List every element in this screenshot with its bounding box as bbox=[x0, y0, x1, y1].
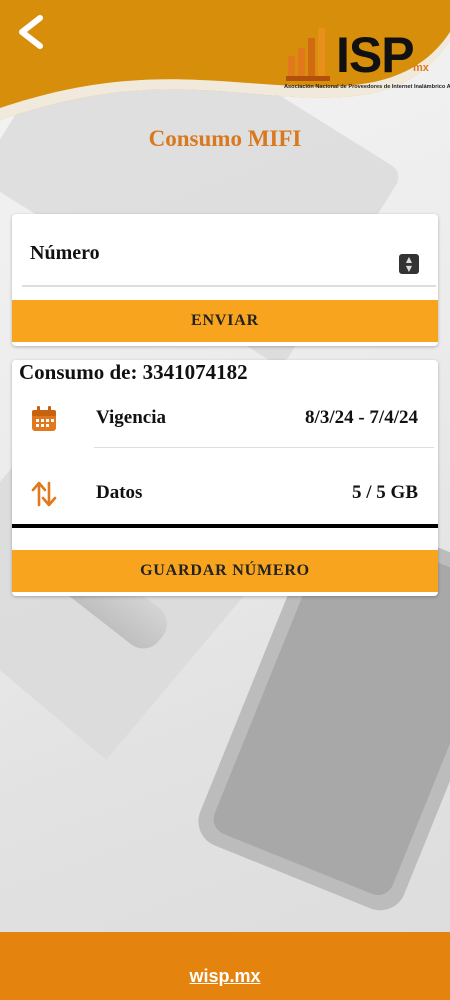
data-label: Datos bbox=[96, 482, 143, 503]
isp-logo: ISP mx Asociación Nacional de Proveedore… bbox=[284, 26, 450, 96]
validity-row: Vigencia 8/3/24 - 7/4/24 bbox=[12, 393, 438, 449]
validity-label: Vigencia bbox=[96, 407, 167, 428]
stepper-up-icon: ▲ bbox=[405, 255, 413, 264]
website-link[interactable]: wisp.mx bbox=[0, 966, 450, 987]
logo-text: ISP bbox=[336, 27, 415, 83]
validity-value: 8/3/24 - 7/4/24 bbox=[305, 407, 418, 428]
footer: wisp.mx bbox=[0, 932, 450, 1000]
logo-suffix: mx bbox=[413, 62, 429, 74]
row-divider bbox=[94, 447, 434, 448]
page-title: Consumo MIFI bbox=[148, 126, 302, 151]
number-input-underline[interactable] bbox=[22, 285, 436, 287]
back-button[interactable] bbox=[14, 14, 48, 50]
number-field-label: Número bbox=[30, 242, 100, 264]
number-stepper[interactable]: ▲ ▼ bbox=[399, 254, 419, 274]
calendar-icon bbox=[32, 406, 56, 431]
send-button[interactable]: ENVIAR bbox=[12, 300, 438, 342]
number-card: Número ▲ ▼ ENVIAR bbox=[12, 214, 438, 346]
logo-subtitle: Asociación Nacional de Proveedores de In… bbox=[284, 84, 450, 90]
header: ISP mx Asociación Nacional de Proveedore… bbox=[0, 0, 450, 135]
consumption-title: Consumo de: 3341074182 bbox=[19, 360, 248, 384]
logo-bars-icon bbox=[286, 28, 330, 81]
chevron-left-icon bbox=[19, 15, 43, 49]
progress-divider bbox=[12, 524, 438, 528]
save-number-button[interactable]: GUARDAR NÚMERO bbox=[12, 550, 438, 592]
data-value: 5 / 5 GB bbox=[352, 482, 418, 503]
stepper-down-icon: ▼ bbox=[405, 264, 413, 273]
consumption-card: Consumo de: 3341074182 Vigencia 8/3/24 -… bbox=[12, 360, 438, 596]
data-row: Datos 5 / 5 GB bbox=[12, 468, 438, 524]
up-down-arrows-icon bbox=[31, 481, 57, 507]
